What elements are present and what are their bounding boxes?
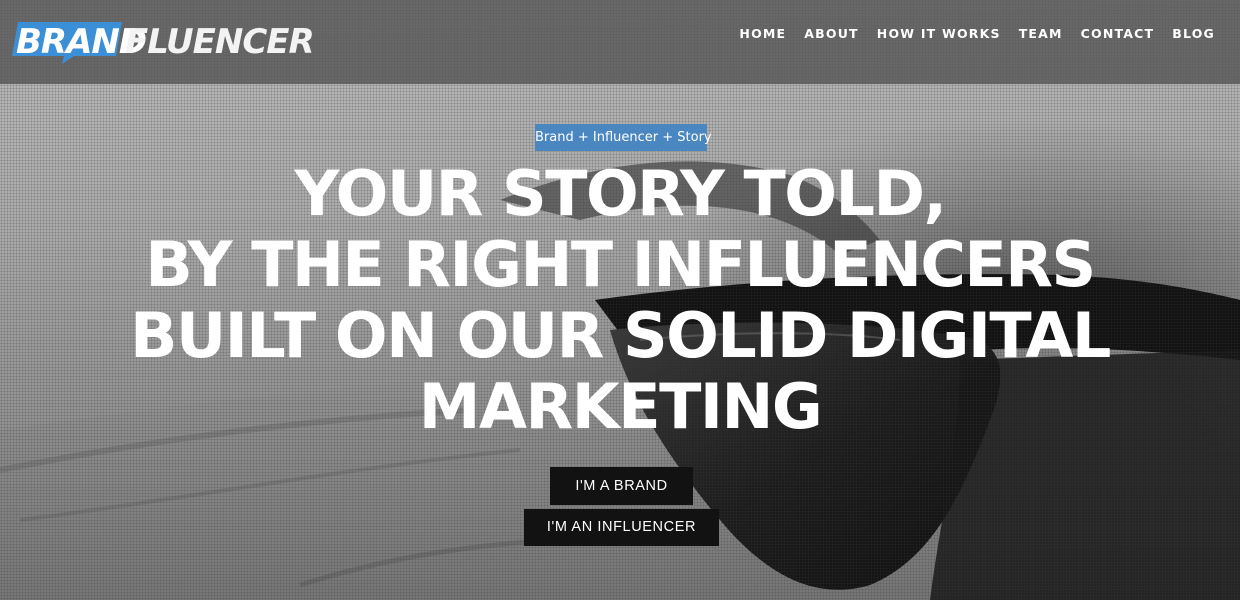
logo-text-fluencer: FLUENCER xyxy=(125,22,315,62)
nav-item-contact[interactable]: CONTACT xyxy=(1072,24,1164,44)
nav-item-home[interactable]: HOME xyxy=(730,24,795,44)
im-a-brand-button[interactable]: I'M A BRAND xyxy=(550,467,693,505)
nav-item-blog[interactable]: BLOG xyxy=(1163,24,1224,44)
nav-item-team[interactable]: TEAM xyxy=(1010,24,1072,44)
nav-item-how-it-works[interactable]: HOW IT WORKS xyxy=(868,24,1010,44)
top-navbar: BRAND FLUENCER HOME ABOUT HOW IT WORKS T… xyxy=(0,0,1240,84)
nav-item-about[interactable]: ABOUT xyxy=(795,24,868,44)
main-nav: HOME ABOUT HOW IT WORKS TEAM CONTACT BLO… xyxy=(730,24,1224,44)
im-an-influencer-button[interactable]: I'M AN INFLUENCER xyxy=(524,509,719,546)
brandfluencer-logo[interactable]: BRAND FLUENCER xyxy=(12,14,315,70)
tagline-badge: Brand + Influencer + Story xyxy=(535,124,712,151)
headline-line-3: BUILT ON OUR SOLID DIGITAL xyxy=(130,299,1111,372)
headline-line-2: BY THE RIGHT INFLUENCERS xyxy=(145,228,1096,301)
hero-headline: YOUR STORY TOLD, BY THE RIGHT INFLUENCER… xyxy=(0,158,1240,442)
headline-line-4: MARKETING xyxy=(418,370,823,443)
headline-line-1: YOUR STORY TOLD, xyxy=(294,157,947,230)
